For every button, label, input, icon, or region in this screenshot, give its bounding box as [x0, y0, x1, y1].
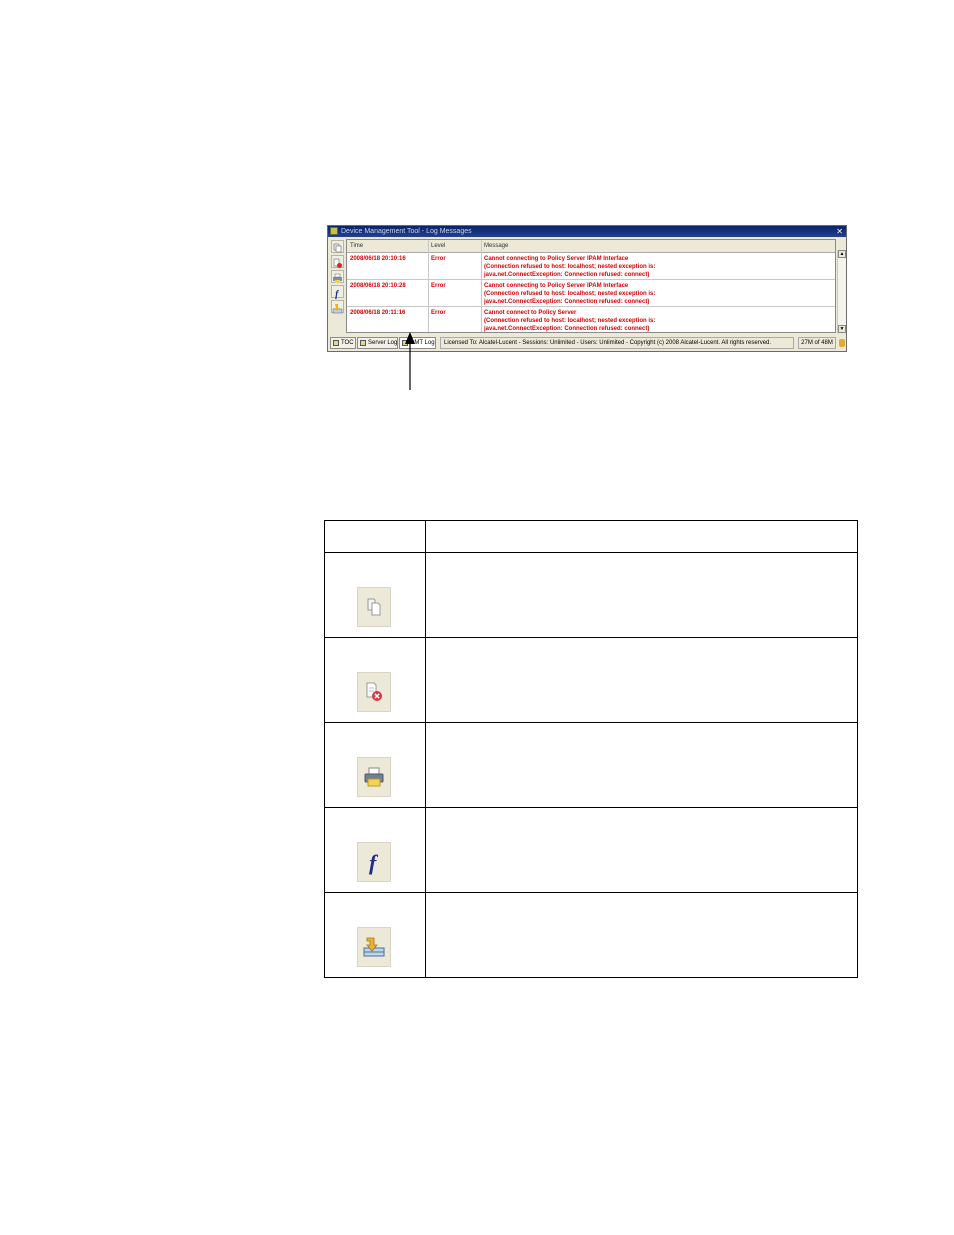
vertical-scrollbar[interactable]: ▲ ▼ [837, 250, 846, 333]
description-cell [424, 807, 859, 893]
log-level: Error [431, 283, 446, 289]
svg-text:f: f [335, 290, 340, 300]
icon-cell [324, 892, 426, 978]
server-log-icon [360, 340, 366, 346]
log-time: 2008/06/18 20:10:16 [350, 256, 406, 262]
lock-icon [839, 339, 845, 347]
copy-button-sample [357, 587, 391, 627]
export-tool-button[interactable] [331, 300, 344, 314]
filter-f-icon: f [369, 850, 379, 875]
log-message: Cannot connect to Policy Server (Connect… [484, 309, 656, 332]
log-message-line: java.net.ConnectException: Connection re… [484, 272, 650, 278]
table-row [324, 552, 859, 638]
scroll-up-button[interactable]: ▲ [838, 250, 846, 258]
toc-icon [333, 340, 339, 346]
log-table-header: Time Level Message [347, 240, 835, 253]
svg-text:f: f [369, 850, 379, 875]
icon-cell: f [324, 807, 426, 893]
description-cell [424, 637, 859, 723]
scroll-down-button[interactable]: ▼ [838, 325, 846, 333]
log-message: Cannot connecting to Policy Server IPAM … [484, 282, 655, 306]
tab-toc[interactable]: TOC [330, 337, 356, 349]
log-message-line: Cannot connecting to Policy Server IPAM … [484, 283, 629, 289]
print-tool-button[interactable] [331, 270, 344, 283]
description-column-header [424, 520, 859, 553]
column-divider [428, 240, 429, 332]
log-toolbar: f [330, 240, 345, 334]
description-cell [424, 552, 859, 638]
column-header-level[interactable]: Level [431, 243, 445, 249]
log-message-line: (Connection refused to host: localhost; … [484, 318, 656, 324]
log-level: Error [431, 310, 446, 316]
log-message-line: Cannot connecting to Policy Server IPAM … [484, 256, 629, 262]
log-table: Time Level Message 2008/06/18 20:10:16 E… [346, 239, 836, 333]
table-row [324, 892, 859, 978]
description-cell [424, 892, 859, 978]
tab-server-log-label: Server Log [368, 340, 398, 346]
tab-toc-label: TOC [341, 340, 354, 346]
log-message-line: (Connection refused to host: localhost; … [484, 264, 656, 270]
delete-log-icon [366, 682, 382, 701]
description-cell [424, 722, 859, 808]
window-titlebar: Device Management Tool - Log Messages ✕ [328, 226, 846, 237]
toolbar-icons-table: f [324, 520, 859, 978]
icon-cell [324, 637, 426, 723]
delete-log-button-sample [357, 672, 391, 712]
memory-usage: 27M of 48M [798, 337, 836, 349]
window-close-button[interactable]: ✕ [836, 226, 843, 237]
log-message-line: java.net.ConnectException: Connection re… [484, 299, 650, 305]
export-icon [363, 937, 385, 957]
icon-cell [324, 552, 426, 638]
column-header-message[interactable]: Message [484, 243, 508, 249]
app-icon [330, 227, 338, 235]
filter-f-icon: f [335, 290, 340, 301]
print-button-sample [357, 757, 391, 797]
log-row[interactable]: 2008/06/18 20:10:28 Error Cannot connect… [347, 280, 835, 307]
window-title: Device Management Tool - Log Messages [341, 228, 472, 235]
export-icon [332, 304, 343, 314]
delete-log-tool-button[interactable] [331, 255, 344, 268]
log-row[interactable]: 2008/06/18 20:10:16 Error Cannot connect… [347, 253, 835, 280]
export-button-sample [357, 927, 391, 967]
copy-icon [367, 598, 381, 616]
log-message-line: java.net.ConnectException: Connection re… [484, 326, 650, 332]
log-level: Error [431, 256, 446, 262]
copy-tool-button[interactable] [331, 240, 344, 253]
table-row [324, 637, 859, 723]
table-header-row [324, 520, 859, 553]
table-row: f [324, 807, 859, 893]
column-divider [481, 240, 482, 332]
log-time: 2008/06/18 20:10:28 [350, 283, 406, 289]
log-message-line: (Connection refused to host: localhost; … [484, 291, 656, 297]
log-message: Cannot connecting to Policy Server IPAM … [484, 255, 655, 279]
log-time: 2008/06/18 20:11:16 [350, 310, 406, 316]
copy-icon [333, 243, 342, 253]
callout-arrow [405, 332, 415, 390]
filter-tool-button[interactable]: f [331, 285, 344, 301]
filter-button-sample: f [357, 842, 391, 882]
print-icon [364, 767, 384, 787]
tab-server-log[interactable]: Server Log [357, 337, 398, 349]
log-row[interactable]: 2008/06/18 20:11:16 Error Cannot connect… [347, 307, 835, 332]
table-row [324, 722, 859, 808]
icon-cell [324, 722, 426, 808]
delete-log-icon [333, 258, 342, 268]
log-message-line: Cannot connect to Policy Server [484, 310, 577, 316]
licence-text: Licensed To: Alcatel-Lucent - Sessions: … [440, 337, 794, 349]
print-icon [333, 273, 342, 283]
column-header-time[interactable]: Time [350, 243, 363, 249]
icon-column-header [324, 520, 426, 553]
